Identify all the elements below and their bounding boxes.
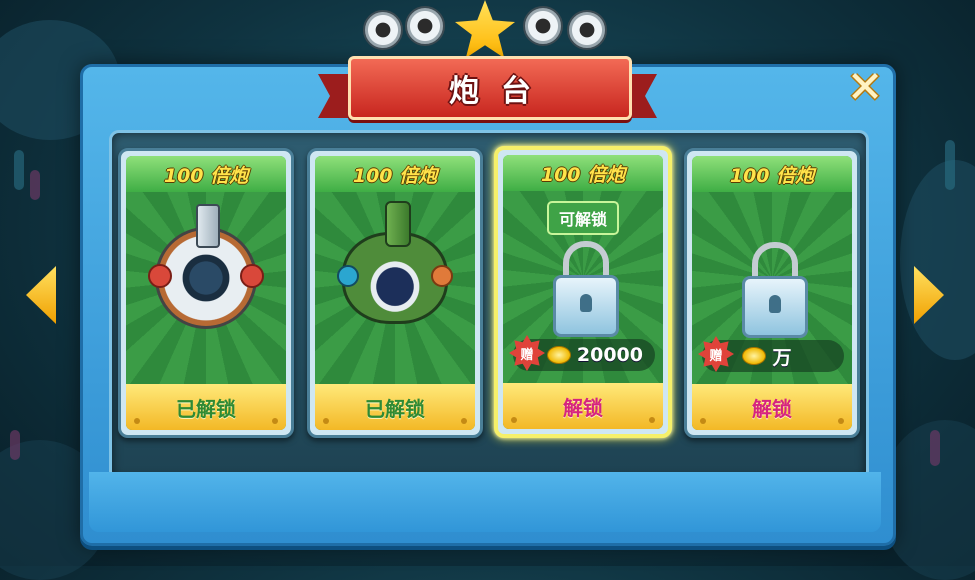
card-body: 100 倍炮 已解锁	[315, 156, 475, 430]
lock-icon	[553, 241, 619, 337]
card-body: 100 倍炮 万 赠 解锁	[692, 156, 852, 430]
bg-coral	[30, 170, 40, 200]
card-multiplier: 100 倍炮	[540, 163, 626, 186]
card-multiplier: 100 倍炮	[163, 164, 249, 187]
cannon-barrel	[385, 201, 411, 247]
price-value: 万	[772, 346, 792, 369]
gift-label: 赠	[520, 347, 534, 363]
unlock-button[interactable]: 解锁	[692, 384, 852, 430]
price-value: 20000	[576, 344, 643, 366]
bg-coral	[10, 430, 20, 460]
page-title: 炮台	[449, 74, 553, 109]
title-ribbon: 炮台	[348, 56, 632, 120]
cannon-white-icon	[148, 204, 264, 329]
unlock-button-label: 解锁	[563, 395, 603, 420]
cannon-knob	[240, 264, 264, 288]
card-multiplier: 100 倍炮	[352, 164, 438, 187]
unlock-button-label: 解锁	[752, 396, 792, 421]
card-body: 100 倍炮 可解锁 20000 赠 解锁	[503, 155, 663, 429]
turret-card-1[interactable]: 100 倍炮 已解锁	[118, 148, 294, 438]
ring-icon	[523, 6, 563, 46]
card-status-text: 已解锁	[365, 396, 425, 421]
crown-decoration	[355, 0, 615, 60]
card-multiplier: 100 倍炮	[729, 164, 815, 187]
unlocked-label: 已解锁	[315, 384, 475, 430]
ring-icon	[363, 10, 403, 50]
cannon-knob	[337, 265, 359, 287]
turret-card-3[interactable]: 100 倍炮 可解锁 20000 赠 解锁	[494, 146, 672, 438]
card-body: 100 倍炮 已解锁	[126, 156, 286, 430]
bg-coral-cluster-right	[900, 160, 975, 360]
card-header: 100 倍炮	[126, 156, 286, 192]
close-button[interactable]: ✕	[846, 62, 884, 113]
bg-coral	[930, 430, 940, 466]
star-icon	[455, 0, 515, 58]
ring-icon	[567, 10, 607, 50]
unlocked-label: 已解锁	[126, 384, 286, 430]
coin-icon	[742, 347, 767, 365]
turret-card-4[interactable]: 100 倍炮 万 赠 解锁	[684, 148, 860, 438]
cannon-knob	[148, 264, 172, 288]
coin-icon	[546, 346, 571, 364]
card-status-text: 已解锁	[176, 396, 236, 421]
unlockable-badge: 可解锁	[546, 201, 620, 235]
cannon-knob	[431, 265, 453, 287]
card-header: 100 倍炮	[692, 156, 852, 192]
close-icon: ✕	[846, 62, 884, 113]
lock-icon	[742, 242, 808, 338]
panel-footer	[89, 472, 881, 532]
card-header: 100 倍炮	[315, 156, 475, 192]
card-header: 100 倍炮	[503, 155, 663, 191]
bg-coral	[14, 150, 24, 190]
cannon-green-icon	[337, 201, 453, 324]
ring-icon	[405, 6, 445, 46]
prev-arrow-button[interactable]	[26, 266, 56, 324]
gift-label: 赠	[709, 348, 723, 364]
cannon-barrel	[196, 204, 220, 248]
unlock-button[interactable]: 解锁	[503, 383, 663, 429]
turret-card-2[interactable]: 100 倍炮 已解锁	[307, 148, 483, 438]
bg-coral	[945, 140, 955, 190]
